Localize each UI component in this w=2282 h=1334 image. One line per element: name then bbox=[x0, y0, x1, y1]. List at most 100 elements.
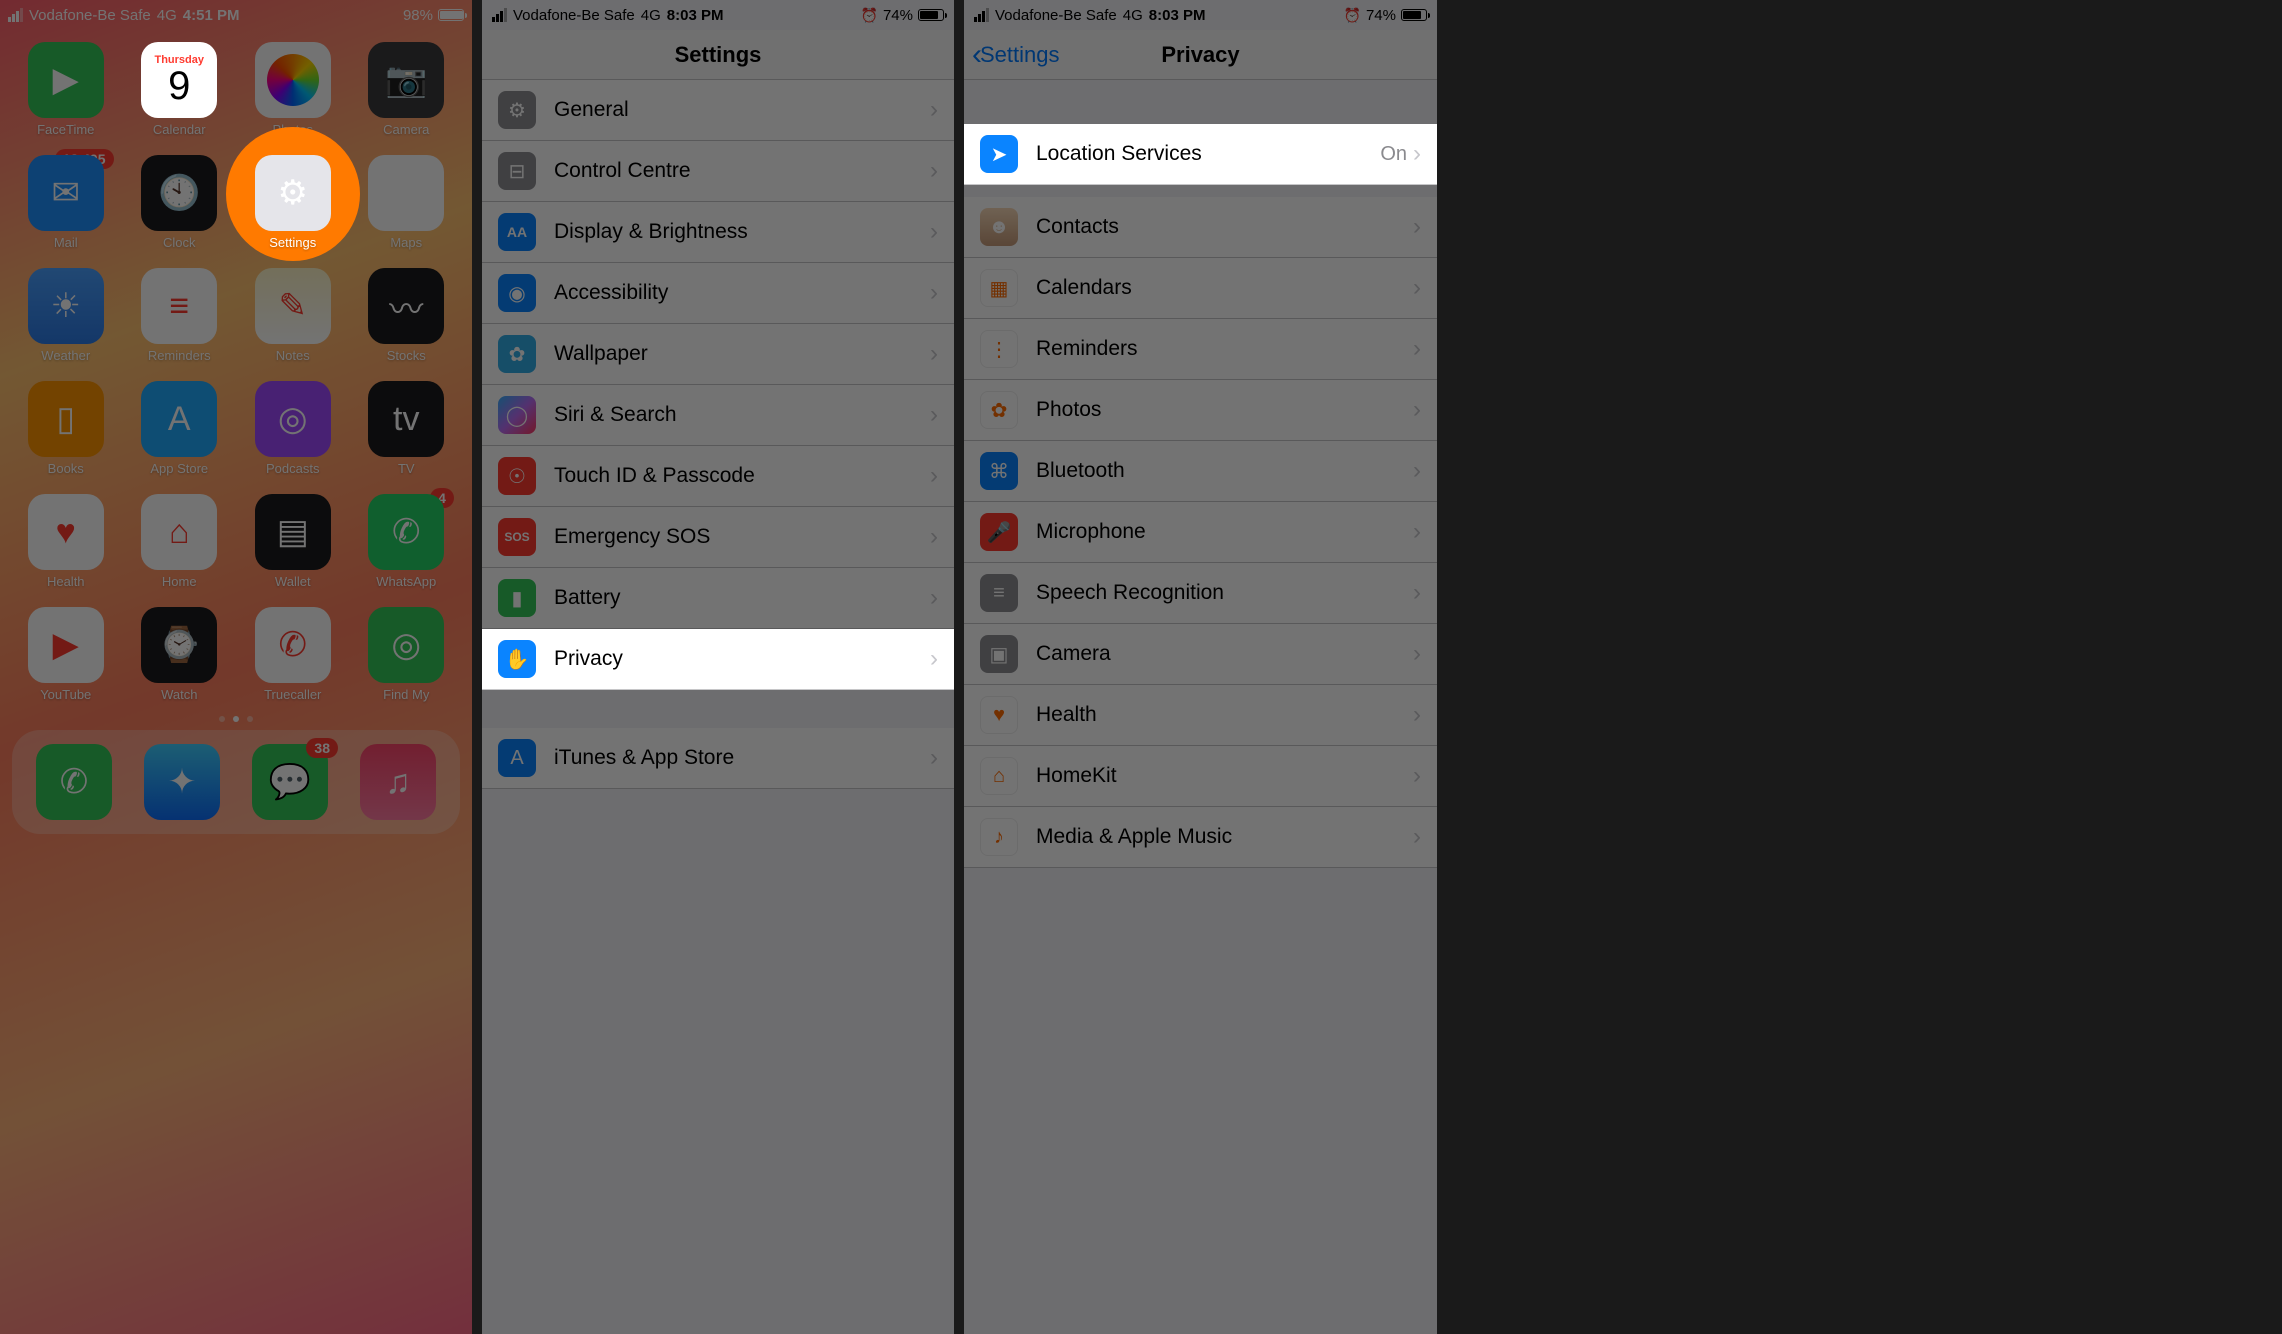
row-media-apple-music[interactable]: ♪ Media & Apple Music › bbox=[964, 807, 1437, 868]
back-button[interactable]: ‹ Settings bbox=[972, 40, 1060, 70]
app-truecaller[interactable]: ✆ Truecaller bbox=[239, 607, 347, 702]
app-app-store[interactable]: AApp Store bbox=[126, 381, 234, 476]
app-tv[interactable]: tvTV bbox=[353, 381, 461, 476]
app-settings[interactable]: ⚙Settings bbox=[239, 155, 347, 250]
app-youtube[interactable]: ▶YouTube bbox=[12, 607, 120, 702]
row-camera[interactable]: ▣ Camera › bbox=[964, 624, 1437, 685]
notes-icon: ✎ bbox=[255, 268, 331, 344]
touchid-icon: ☉ bbox=[498, 457, 536, 495]
siri-icon: ◯ bbox=[498, 396, 536, 434]
phone-icon: ✆ bbox=[36, 744, 112, 820]
row-label: Emergency SOS bbox=[554, 525, 930, 549]
dock-app-messages[interactable]: 💬38 bbox=[236, 744, 344, 820]
app-label: Find My bbox=[383, 687, 429, 702]
app-whatsapp[interactable]: ✆4WhatsApp bbox=[353, 494, 461, 589]
network-label: 4G bbox=[157, 7, 177, 24]
wallpaper-icon: ✿ bbox=[498, 335, 536, 373]
chevron-right-icon: › bbox=[930, 744, 938, 772]
dock-app-music[interactable]: ♫ bbox=[344, 744, 452, 820]
app-label: WhatsApp bbox=[376, 574, 436, 589]
facetime-icon: ▶ bbox=[28, 42, 104, 118]
row-homekit[interactable]: ⌂ HomeKit › bbox=[964, 746, 1437, 807]
chevron-right-icon: › bbox=[1413, 823, 1421, 851]
app-label: Settings bbox=[269, 235, 316, 250]
status-bar: Vodafone-Be Safe 4G 4:51 PM 98% bbox=[0, 0, 472, 30]
app-home[interactable]: ⌂Home bbox=[126, 494, 234, 589]
row-general[interactable]: ⚙ General › bbox=[482, 80, 954, 141]
app-reminders[interactable]: ≡Reminders bbox=[126, 268, 234, 363]
home-screen: Vodafone-Be Safe 4G 4:51 PM 98% ▶FaceTim… bbox=[0, 0, 472, 1334]
books-icon: ▯ bbox=[28, 381, 104, 457]
chevron-right-icon: › bbox=[930, 401, 938, 429]
dock-app-safari[interactable]: ✦ bbox=[128, 744, 236, 820]
dock-app-phone[interactable]: ✆ bbox=[20, 744, 128, 820]
row-control-centre[interactable]: ⊟ Control Centre › bbox=[482, 141, 954, 202]
row-contacts[interactable]: ☻ Contacts › bbox=[964, 197, 1437, 258]
chevron-right-icon: › bbox=[930, 523, 938, 551]
app-find-my[interactable]: ◎Find My bbox=[353, 607, 461, 702]
app-podcasts[interactable]: ◎Podcasts bbox=[239, 381, 347, 476]
app-label: Weather bbox=[41, 348, 90, 363]
row-emergency-sos[interactable]: SOS Emergency SOS › bbox=[482, 507, 954, 568]
status-bar: Vodafone-Be Safe 4G 8:03 PM ⏰ 74% bbox=[482, 0, 954, 30]
carrier-label: Vodafone-Be Safe bbox=[995, 7, 1117, 24]
row-accessibility[interactable]: ◉ Accessibility › bbox=[482, 263, 954, 324]
row-battery[interactable]: ▮ Battery › bbox=[482, 568, 954, 629]
row-touch-id-passcode[interactable]: ☉ Touch ID & Passcode › bbox=[482, 446, 954, 507]
network-label: 4G bbox=[1123, 7, 1143, 24]
chevron-right-icon: › bbox=[1413, 762, 1421, 790]
row-reminders[interactable]: ⋮ Reminders › bbox=[964, 319, 1437, 380]
row-speech-recognition[interactable]: ≡ Speech Recognition › bbox=[964, 563, 1437, 624]
app-photos[interactable]: Photos bbox=[239, 42, 347, 137]
row-display-brightness[interactable]: AA Display & Brightness › bbox=[482, 202, 954, 263]
app-calendar[interactable]: Thursday9Calendar bbox=[126, 42, 234, 137]
battery-pct: 98% bbox=[403, 7, 433, 24]
row-label: Speech Recognition bbox=[1036, 581, 1413, 605]
chevron-right-icon: › bbox=[930, 340, 938, 368]
row-photos[interactable]: ✿ Photos › bbox=[964, 380, 1437, 441]
row-itunes-app-store[interactable]: A iTunes & App Store › bbox=[482, 728, 954, 789]
row-siri-search[interactable]: ◯ Siri & Search › bbox=[482, 385, 954, 446]
app-health[interactable]: ♥Health bbox=[12, 494, 120, 589]
row-wallpaper[interactable]: ✿ Wallpaper › bbox=[482, 324, 954, 385]
app-books[interactable]: ▯Books bbox=[12, 381, 120, 476]
podcasts-icon: ◎ bbox=[255, 381, 331, 457]
row-label: HomeKit bbox=[1036, 764, 1413, 788]
app-camera[interactable]: 📷Camera bbox=[353, 42, 461, 137]
app-weather[interactable]: ☀Weather bbox=[12, 268, 120, 363]
music-icon: ♫ bbox=[360, 744, 436, 820]
page-dots[interactable] bbox=[0, 716, 472, 722]
row-health[interactable]: ♥ Health › bbox=[964, 685, 1437, 746]
app-label: Truecaller bbox=[264, 687, 321, 702]
row-location-services[interactable]: ➤ Location Services On › bbox=[964, 124, 1437, 185]
chevron-right-icon: › bbox=[1413, 701, 1421, 729]
calendars-icon: ▦ bbox=[980, 269, 1018, 307]
health-icon: ♥ bbox=[980, 696, 1018, 734]
app-wallet[interactable]: ▤Wallet bbox=[239, 494, 347, 589]
chevron-right-icon: › bbox=[1413, 457, 1421, 485]
app-maps[interactable]: ➤Maps bbox=[353, 155, 461, 250]
whatsapp-icon: ✆ bbox=[368, 494, 444, 570]
app-label: Calendar bbox=[153, 122, 206, 137]
chevron-right-icon: › bbox=[930, 279, 938, 307]
app-facetime[interactable]: ▶FaceTime bbox=[12, 42, 120, 137]
truecaller-icon: ✆ bbox=[255, 607, 331, 683]
app-watch[interactable]: ⌚Watch bbox=[126, 607, 234, 702]
homekit-icon: ⌂ bbox=[980, 757, 1018, 795]
clock-label: 8:03 PM bbox=[1149, 7, 1206, 24]
app-mail[interactable]: ✉18,495Mail bbox=[12, 155, 120, 250]
mail-icon: ✉ bbox=[28, 155, 104, 231]
app-label: Notes bbox=[276, 348, 310, 363]
row-label: Wallpaper bbox=[554, 342, 930, 366]
page-title: Privacy bbox=[1161, 42, 1239, 68]
row-bluetooth[interactable]: ⌘ Bluetooth › bbox=[964, 441, 1437, 502]
app-notes[interactable]: ✎ Notes bbox=[239, 268, 347, 363]
row-privacy[interactable]: ✋ Privacy › bbox=[482, 629, 954, 690]
row-calendars[interactable]: ▦ Calendars › bbox=[964, 258, 1437, 319]
app-stocks[interactable]: 〰Stocks bbox=[353, 268, 461, 363]
app-label: Health bbox=[47, 574, 85, 589]
row-microphone[interactable]: 🎤 Microphone › bbox=[964, 502, 1437, 563]
reminders-icon: ⋮ bbox=[980, 330, 1018, 368]
carrier-label: Vodafone-Be Safe bbox=[29, 7, 151, 24]
app-clock[interactable]: 🕙Clock bbox=[126, 155, 234, 250]
